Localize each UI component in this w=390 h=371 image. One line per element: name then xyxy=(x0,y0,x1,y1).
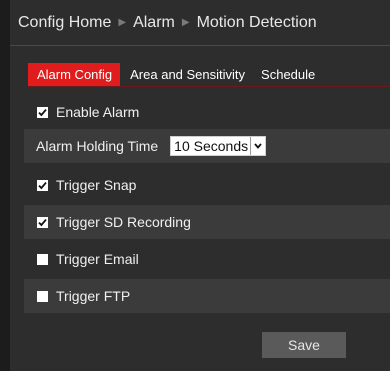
trigger-ftp-label: Trigger FTP xyxy=(56,288,131,304)
trigger-snap-row: Trigger Snap xyxy=(24,168,390,202)
alarm-holding-time-row: Alarm Holding Time 10 Seconds xyxy=(24,129,390,163)
tab-alarm-config[interactable]: Alarm Config xyxy=(28,63,121,86)
checkmark-icon xyxy=(38,108,47,116)
breadcrumb-separator-icon: ▶ xyxy=(118,17,127,28)
alarm-holding-time-select[interactable]: 10 Seconds xyxy=(170,136,267,156)
breadcrumb-item-config-home[interactable]: Config Home xyxy=(18,14,111,32)
save-button[interactable]: Save xyxy=(262,332,346,358)
chevron-down-icon[interactable] xyxy=(250,137,266,155)
tab-schedule[interactable]: Schedule xyxy=(255,63,321,86)
enable-alarm-row: Enable Alarm xyxy=(24,95,390,129)
enable-alarm-label: Enable Alarm xyxy=(56,104,140,120)
trigger-snap-checkbox[interactable] xyxy=(37,179,48,191)
trigger-email-row: Trigger Email xyxy=(24,242,390,276)
tab-bar: Alarm Config Area and Sensitivity Schedu… xyxy=(28,63,321,86)
trigger-sd-recording-row: Trigger SD Recording xyxy=(24,205,390,239)
settings-panel: Config Home ▶ Alarm ▶ Motion Detection A… xyxy=(10,0,390,371)
checkmark-icon xyxy=(38,218,47,226)
trigger-email-label: Trigger Email xyxy=(56,251,139,267)
breadcrumb-separator-icon: ▶ xyxy=(181,17,190,28)
trigger-snap-label: Trigger Snap xyxy=(56,177,137,193)
trigger-ftp-row: Trigger FTP xyxy=(24,279,390,313)
alarm-holding-time-value: 10 Seconds xyxy=(174,138,249,154)
trigger-sd-recording-label: Trigger SD Recording xyxy=(56,214,191,230)
trigger-email-checkbox[interactable] xyxy=(37,253,48,265)
trigger-ftp-checkbox[interactable] xyxy=(37,290,48,302)
alarm-holding-time-label: Alarm Holding Time xyxy=(36,138,159,154)
checkmark-icon xyxy=(38,181,47,189)
enable-alarm-checkbox[interactable] xyxy=(37,106,48,118)
breadcrumb-item-motion-detection: Motion Detection xyxy=(196,13,317,31)
breadcrumb-item-alarm[interactable]: Alarm xyxy=(133,14,175,32)
breadcrumb: Config Home ▶ Alarm ▶ Motion Detection xyxy=(10,0,390,46)
trigger-sd-recording-checkbox[interactable] xyxy=(37,216,48,228)
tab-area-and-sensitivity[interactable]: Area and Sensitivity xyxy=(124,63,251,86)
tab-underline xyxy=(28,86,390,87)
